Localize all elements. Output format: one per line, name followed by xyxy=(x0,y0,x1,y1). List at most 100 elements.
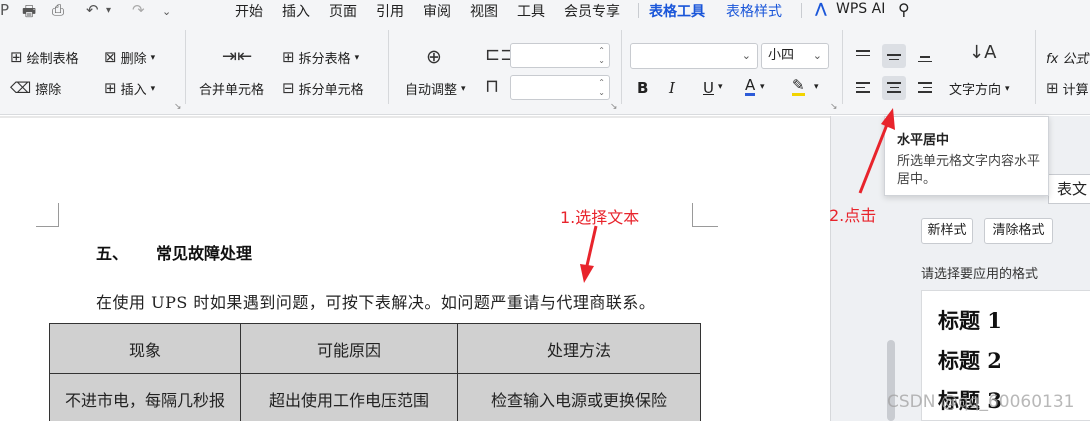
draw-table-button[interactable]: ⊞ 绘制表格 xyxy=(10,48,79,68)
split-cells-label: 拆分单元格 xyxy=(298,83,364,98)
menu-home[interactable]: 开始 xyxy=(235,1,263,21)
split-cells-button[interactable]: ⊟ 拆分单元格 xyxy=(282,79,364,99)
undo-dropdown-icon[interactable]: ▾ xyxy=(106,5,111,16)
font-color-button[interactable]: A xyxy=(745,77,756,96)
group-expand-icon[interactable]: ↘ xyxy=(174,102,182,112)
font-size-select[interactable]: 小四 ⌄ xyxy=(761,43,829,69)
split-table-button[interactable]: ⊞ 拆分表格 ▾ xyxy=(282,48,359,68)
undo-icon[interactable]: ↶ xyxy=(86,1,99,19)
table-header-cell[interactable]: 处理方法 xyxy=(457,323,701,374)
font-size-value: 小四 xyxy=(768,48,795,63)
merge-cells-button[interactable]: 合并单元格 xyxy=(199,79,264,98)
menu-insert[interactable]: 插入 xyxy=(282,1,310,21)
search-icon[interactable]: ⚲ xyxy=(898,0,910,19)
split-table-icon: ⊞ xyxy=(282,48,295,66)
app-logo-icon[interactable]: P xyxy=(0,1,9,19)
chevron-down-icon: ⌄ xyxy=(741,49,751,62)
split-cells-icon: ⊟ xyxy=(282,79,295,97)
italic-button[interactable]: I xyxy=(669,79,675,97)
align-right-button[interactable] xyxy=(913,76,937,100)
group-expand-icon[interactable]: ↘ xyxy=(610,102,618,112)
delete-button[interactable]: ⊠ 删除 ▾ xyxy=(104,48,156,68)
ribbon-shadow xyxy=(0,116,830,118)
text-direction-label: 文字方向 xyxy=(949,83,1002,98)
customize-chevron-icon[interactable]: ⌄ xyxy=(162,5,171,18)
align-top-center-button[interactable] xyxy=(882,44,906,68)
menu-wps-ai[interactable]: WPS AI xyxy=(836,1,885,17)
menu-page[interactable]: 页面 xyxy=(329,1,357,21)
spin-up-icon[interactable]: ⌃ xyxy=(598,79,605,87)
align-top-left-button[interactable] xyxy=(851,44,875,68)
ribbon-toolbar: ⊞ 绘制表格 ⊠ 删除 ▾ ⌫ 擦除 ⊞ 插入 ▾ ↘ ⇥⇤ 合并单元格 ⊞ 拆… xyxy=(0,22,1090,115)
auto-fit-label: 自动调整 xyxy=(405,83,458,98)
redo-icon[interactable]: ↷ xyxy=(132,1,145,19)
column-width-spinner[interactable]: ⌃ ⌄ xyxy=(510,43,610,68)
delete-label: 删除 xyxy=(120,52,147,67)
table-cell[interactable]: 超出使用工作电压范围 xyxy=(240,373,458,421)
align-top-right-button[interactable] xyxy=(913,44,937,68)
menu-tools[interactable]: 工具 xyxy=(517,1,545,21)
tooltip-body: 所选单元格文字内容水平居中。 xyxy=(897,154,1041,187)
menu-divider xyxy=(638,3,639,18)
auto-fit-button[interactable]: 自动调整 ▾ xyxy=(405,79,466,98)
chevron-down-icon[interactable]: ▾ xyxy=(718,82,723,92)
calculate-label: 计算 xyxy=(1062,83,1089,98)
style-heading-1[interactable]: 标题 1 xyxy=(938,305,1002,335)
highlight-button[interactable]: ✎ xyxy=(792,77,805,96)
delete-table-icon: ⊠ xyxy=(104,48,117,66)
merge-cells-icon[interactable]: ⇥⇤ xyxy=(222,48,252,66)
tab-table-style[interactable]: 表格样式 xyxy=(726,1,782,21)
table-cell[interactable]: 检查输入电源或更换保险 xyxy=(457,373,701,421)
ribbon-divider xyxy=(621,30,622,104)
insert-button[interactable]: ⊞ 插入 ▾ xyxy=(104,79,155,99)
formula-button[interactable]: fx 公式 xyxy=(1046,48,1088,67)
new-style-button[interactable]: 新样式 xyxy=(921,218,973,244)
row-height-spinner[interactable]: ⌃ ⌄ xyxy=(510,75,610,100)
wps-ai-logo-icon[interactable]: ⋀ xyxy=(815,1,827,17)
section-heading[interactable]: 五、 常见故障处理 xyxy=(96,240,252,264)
underline-button[interactable]: U xyxy=(703,79,714,97)
spin-down-icon[interactable]: ⌄ xyxy=(598,57,605,65)
chevron-down-icon: ⌄ xyxy=(812,49,822,62)
menu-view[interactable]: 视图 xyxy=(470,1,498,21)
insert-label: 插入 xyxy=(120,83,147,98)
table-header-cell[interactable]: 可能原因 xyxy=(240,323,458,374)
body-paragraph[interactable]: 在使用 UPS 时如果遇到问题，可按下表解决。如问题严重请与代理商联系。 xyxy=(96,289,655,313)
print-preview-icon[interactable]: ⎙ xyxy=(52,1,64,19)
calculate-button[interactable]: ⊞ 计算 xyxy=(1046,79,1089,99)
clear-format-button[interactable]: 清除格式 xyxy=(984,218,1053,244)
chevron-down-icon: ▾ xyxy=(150,52,156,63)
erase-button[interactable]: ⌫ 擦除 xyxy=(10,79,61,99)
tab-table-tools[interactable]: 表格工具 xyxy=(649,1,705,25)
heading-number: 五、 xyxy=(96,244,129,263)
font-family-select[interactable]: ⌄ xyxy=(630,43,758,69)
tooltip-title: 水平居中 xyxy=(897,133,950,148)
group-expand-icon[interactable]: ↘ xyxy=(830,102,838,112)
align-center-tooltip: 水平居中 所选单元格文字内容水平居中。 xyxy=(884,116,1049,196)
chevron-down-icon: ▾ xyxy=(1005,83,1010,94)
spin-down-icon[interactable]: ⌄ xyxy=(598,89,605,97)
align-left-button[interactable] xyxy=(851,76,875,100)
troubleshooting-table[interactable]: 现象 可能原因 处理方法 不进市电，每隔几秒报 超出使用工作电压范围 检查输入电… xyxy=(49,323,701,421)
ribbon-divider xyxy=(388,30,389,104)
bold-button[interactable]: B xyxy=(637,79,648,97)
ribbon-divider xyxy=(842,30,843,104)
chevron-down-icon[interactable]: ▾ xyxy=(814,82,819,92)
style-search-input[interactable]: 表文 xyxy=(1048,174,1090,204)
sort-icon[interactable]: ↓A xyxy=(969,44,996,62)
menu-references[interactable]: 引用 xyxy=(376,1,404,21)
table-cell[interactable]: 不进市电，每隔几秒报 xyxy=(49,373,241,421)
menu-bar: P 🖶 ⎙ ↶ ▾ ↷ ⌄ 开始 插入 页面 引用 审阅 视图 工具 会员专享 … xyxy=(0,0,1090,25)
style-heading-2[interactable]: 标题 2 xyxy=(938,345,1002,375)
watermark-text: CSDN @qq_60060131 xyxy=(887,392,1075,412)
chevron-down-icon: ▾ xyxy=(461,83,466,94)
text-direction-button[interactable]: 文字方向 ▾ xyxy=(949,79,1010,98)
table-header-cell[interactable]: 现象 xyxy=(49,323,241,374)
auto-fit-icon[interactable]: ⊕ xyxy=(426,48,442,67)
chevron-down-icon[interactable]: ▾ xyxy=(760,82,765,92)
menu-member[interactable]: 会员专享 xyxy=(564,1,620,21)
menu-review[interactable]: 审阅 xyxy=(423,1,451,21)
table-header-row: 现象 可能原因 处理方法 xyxy=(49,323,701,374)
align-center-button[interactable] xyxy=(882,76,906,100)
spin-up-icon[interactable]: ⌃ xyxy=(598,47,605,55)
